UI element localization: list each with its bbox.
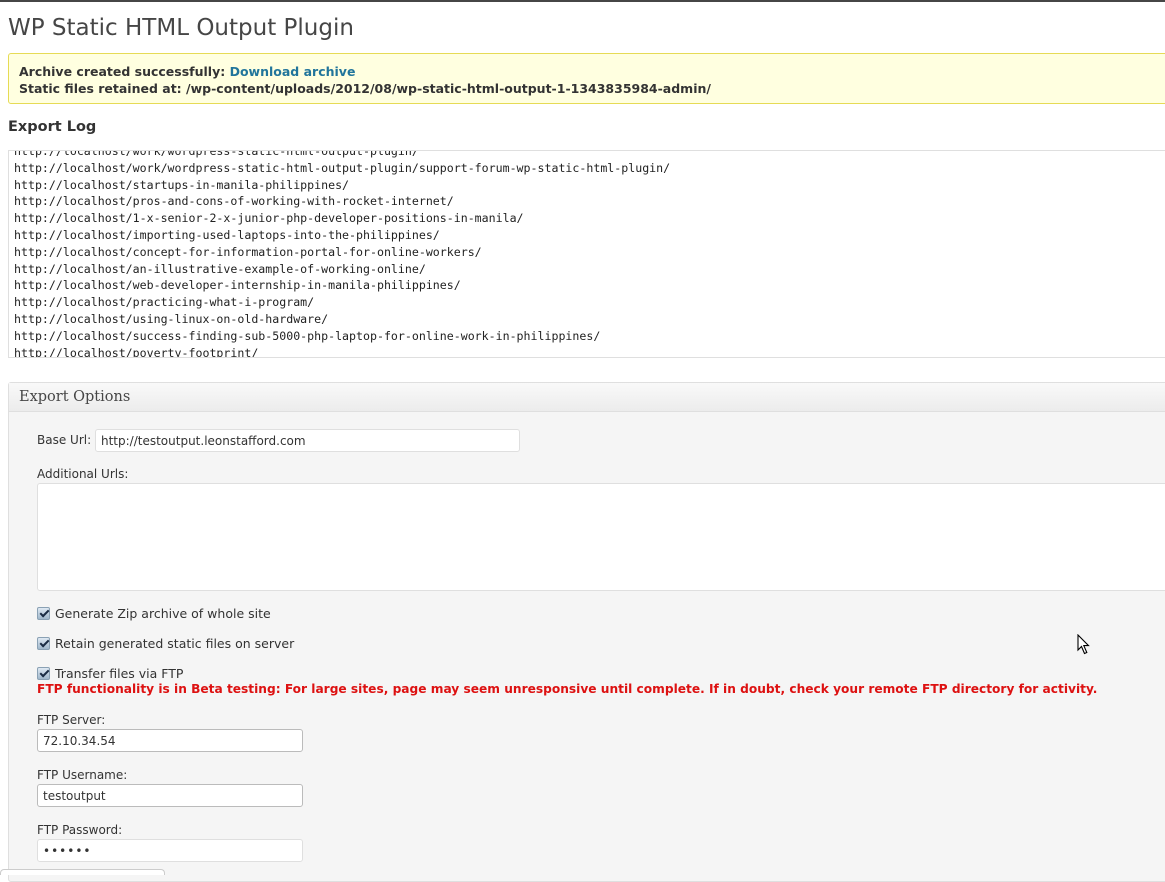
mouse-pointer-icon xyxy=(1077,634,1090,655)
base-url-label: Base Url: xyxy=(37,433,92,447)
additional-urls-textarea[interactable] xyxy=(37,483,1165,591)
log-line: http://localhost/importing-used-laptops-… xyxy=(14,227,440,242)
export-log-heading: Export Log xyxy=(8,119,97,135)
log-line: http://localhost/an-illustrative-example… xyxy=(14,261,426,276)
ftp-username-input[interactable] xyxy=(37,784,303,807)
ftp-password-input[interactable] xyxy=(37,839,303,862)
retained-path: /wp-content/uploads/2012/08/wp-static-ht… xyxy=(186,81,711,96)
log-line: http://localhost/concept-for-information… xyxy=(14,244,482,259)
download-archive-link[interactable]: Download archive xyxy=(230,64,356,79)
zip-archive-checkbox[interactable] xyxy=(37,607,50,620)
export-options-heading[interactable]: Export Options xyxy=(9,383,1165,412)
retained-label: Static files retained at: xyxy=(19,81,182,96)
log-line: http://localhost/using-linux-on-old-hard… xyxy=(14,311,329,326)
log-line: http://localhost/1-x-senior-2-x-junior-p… xyxy=(14,211,524,226)
ftp-server-input[interactable] xyxy=(37,729,303,752)
retain-files-label: Retain generated static files on server xyxy=(55,636,295,651)
export-options-panel: Export Options xyxy=(8,382,1165,882)
log-line: http://localhost/success-finding-sub-500… xyxy=(14,328,601,343)
log-line: http://localhost/work/wordpress-static-h… xyxy=(14,150,419,158)
log-line: http://localhost/startups-in-manila-phil… xyxy=(14,177,350,192)
ftp-transfer-option[interactable]: Transfer files via FTP xyxy=(37,666,183,681)
log-line: http://localhost/practicing-what-i-progr… xyxy=(14,295,315,310)
archive-created-line: Archive created successfully: Download a… xyxy=(19,63,1165,80)
log-line: http://localhost/work/wordpress-static-h… xyxy=(14,160,671,175)
base-url-input[interactable] xyxy=(95,429,520,452)
zip-archive-label: Generate Zip archive of whole site xyxy=(55,606,271,621)
retain-files-checkbox[interactable] xyxy=(37,637,50,650)
archive-created-label: Archive created successfully: xyxy=(19,64,226,79)
log-line: http://localhost/poverty-footprint/ xyxy=(14,345,259,358)
retained-path-line: Static files retained at: /wp-content/up… xyxy=(19,80,1165,97)
admin-top-border xyxy=(0,0,1165,2)
retain-files-option[interactable]: Retain generated static files on server xyxy=(37,636,294,651)
success-notice: Archive created successfully: Download a… xyxy=(8,53,1165,104)
ftp-transfer-label: Transfer files via FTP xyxy=(55,666,184,681)
ftp-username-label: FTP Username: xyxy=(37,768,128,782)
page-title: WP Static HTML Output Plugin xyxy=(8,15,354,41)
export-log-lines: http://localhost/work/wordpress-static-h… xyxy=(14,150,671,358)
ftp-password-label: FTP Password: xyxy=(37,823,123,837)
zip-archive-option[interactable]: Generate Zip archive of whole site xyxy=(37,606,271,621)
log-line: http://localhost/pros-and-cons-of-workin… xyxy=(14,194,454,209)
log-line: http://localhost/web-developer-internshi… xyxy=(14,278,461,293)
ftp-beta-warning: FTP functionality is in Beta testing: Fo… xyxy=(37,682,1098,696)
export-log-box[interactable]: http://localhost/work/wordpress-static-h… xyxy=(8,150,1165,358)
ftp-transfer-checkbox[interactable] xyxy=(37,667,50,680)
ftp-server-label: FTP Server: xyxy=(37,713,106,727)
bottom-tab-edge xyxy=(0,869,165,875)
additional-urls-label: Additional Urls: xyxy=(37,467,129,481)
